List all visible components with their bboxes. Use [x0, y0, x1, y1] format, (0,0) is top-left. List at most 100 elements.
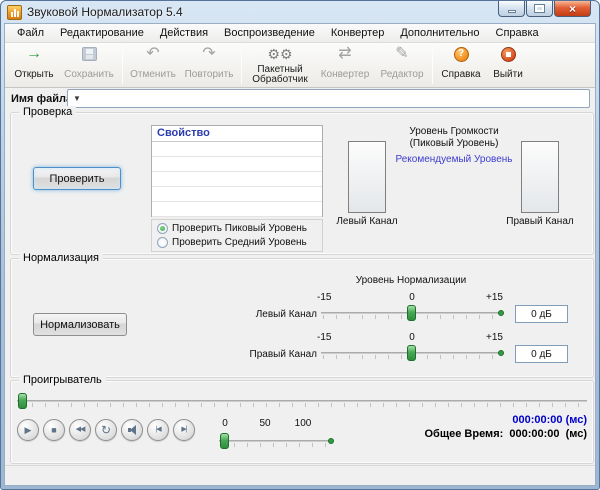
left-normalize-slider[interactable] — [321, 305, 504, 321]
scale-mid-label: 0 — [409, 332, 415, 343]
total-time-value: 000:00:00 — [509, 428, 560, 440]
slider-thumb[interactable] — [407, 345, 416, 361]
previous-button[interactable]: |◀ — [147, 419, 169, 441]
right-db-value[interactable]: 0 дБ — [515, 345, 568, 363]
recommended-level-link[interactable]: Рекомендуемый Уровень — [389, 154, 519, 166]
right-level-meter — [521, 141, 559, 213]
save-icon — [81, 47, 97, 61]
left-channel-label: Левый Канал — [336, 216, 398, 227]
slider-track — [17, 400, 587, 402]
normalization-group: Нормализация Нормализовать Уровень Норма… — [10, 252, 594, 378]
toolbar: → Открыть Сохранить ↶ Отменить ↷ Повтори… — [5, 43, 595, 88]
close-icon: × — [568, 1, 576, 16]
menubar: Файл Редактирование Действия Воспроизвед… — [5, 24, 595, 43]
menu-playback[interactable]: Воспроизведение — [216, 25, 323, 41]
app-icon — [7, 4, 22, 20]
scale-max-label: +15 — [486, 332, 503, 343]
check-button[interactable]: Проверить — [33, 167, 121, 190]
next-icon: ▶| — [181, 426, 187, 433]
filename-combobox[interactable]: ▼ — [67, 89, 590, 108]
repeat-icon: ↻ — [100, 423, 112, 437]
right-normalize-slider[interactable] — [321, 345, 504, 361]
seek-thumb[interactable] — [18, 393, 27, 409]
repeat-button[interactable]: ↻ — [95, 419, 117, 441]
player-group: Проигрыватель ▶ ■ ◀◀ ↻ |◀ ▶| 0 50 100 00… — [10, 374, 594, 464]
menu-extra[interactable]: Дополнительно — [392, 25, 487, 41]
volume-scale-50: 50 — [259, 418, 271, 429]
normalize-button[interactable]: Нормализовать — [33, 313, 127, 336]
menu-file[interactable]: Файл — [9, 25, 52, 41]
menu-actions[interactable]: Действия — [152, 25, 216, 41]
menu-help[interactable]: Справка — [488, 25, 547, 41]
right-channel-label: Правый Канал — [249, 349, 317, 360]
volume-level-title: Уровень Громкости (Пиковый Уровень) — [409, 126, 499, 149]
undo-icon: ↶ — [146, 45, 160, 62]
previous-icon: |◀ — [155, 426, 161, 433]
slider-ticks — [19, 403, 585, 407]
exit-icon — [500, 46, 516, 62]
volume-thumb[interactable] — [220, 433, 229, 449]
slider-end-dot — [498, 310, 504, 316]
maximize-button[interactable] — [526, 1, 553, 17]
batch-processor-icon: ⚙⚙ — [267, 46, 293, 62]
toolbar-separator — [122, 47, 123, 84]
table-row — [152, 172, 322, 187]
property-table-header: Свойство — [152, 126, 322, 142]
toolbar-exit-button[interactable]: Выйти — [488, 45, 528, 86]
current-time-value: 000:00:00 — [512, 414, 563, 426]
slider-end-dot — [328, 438, 334, 444]
volume-button[interactable] — [121, 419, 143, 441]
menu-edit[interactable]: Редактирование — [52, 25, 152, 41]
volume-scale-0: 0 — [222, 418, 228, 429]
next-button[interactable]: ▶| — [173, 419, 195, 441]
toolbar-editor-button[interactable]: ✎ Редактор — [377, 45, 427, 86]
check-group: Проверка Проверить Свойство Проверить Пи… — [10, 106, 594, 255]
volume-scale-100: 100 — [294, 418, 312, 429]
rewind-button[interactable]: ◀◀ — [69, 419, 91, 441]
toolbar-open-button[interactable]: → Открыть — [11, 45, 57, 86]
total-time: Общее Время: 000:00:00 (мс) — [422, 428, 588, 440]
left-channel-label: Левый Канал — [255, 309, 317, 320]
maximize-icon — [534, 4, 545, 13]
close-button[interactable]: × — [554, 1, 591, 17]
right-channel-label: Правый Канал — [506, 216, 574, 227]
player-group-title: Проигрыватель — [19, 374, 106, 386]
property-table[interactable]: Свойство — [151, 125, 323, 217]
left-db-value[interactable]: 0 дБ — [515, 305, 568, 323]
total-time-label: Общее Время: — [424, 428, 504, 440]
volume-slider[interactable] — [219, 433, 334, 449]
check-group-title: Проверка — [19, 106, 77, 118]
scale-mid-label: 0 — [409, 292, 415, 303]
toolbar-save-button[interactable]: Сохранить — [61, 45, 117, 86]
scale-max-label: +15 — [486, 292, 503, 303]
seek-slider[interactable] — [17, 393, 587, 409]
client-area: Файл Редактирование Действия Воспроизвед… — [4, 23, 596, 486]
toolbar-help-button[interactable]: ? Справка — [438, 45, 484, 86]
radio-label: Проверить Средний Уровень — [172, 236, 307, 248]
slider-thumb[interactable] — [407, 305, 416, 321]
window-controls: × — [497, 1, 591, 17]
normalization-level-title: Уровень Нормализации — [355, 275, 467, 286]
play-button[interactable]: ▶ — [17, 419, 39, 441]
titlebar[interactable]: Звуковой Нормализатор 5.4 × — [1, 1, 599, 23]
toolbar-batch-processor-button[interactable]: ⚙⚙ Пакетный Обработчик — [247, 45, 313, 86]
chevron-down-icon[interactable]: ▼ — [73, 94, 81, 103]
toolbar-converter-button[interactable]: ⇄ Конвертер — [317, 45, 373, 86]
app-window: Звуковой Нормализатор 5.4 × Файл Редакти… — [0, 0, 600, 490]
minimize-button[interactable] — [498, 1, 525, 17]
radio-check-average-level[interactable]: Проверить Средний Уровень — [157, 236, 317, 248]
toolbar-separator — [432, 47, 433, 84]
menu-converter[interactable]: Конвертер — [323, 25, 392, 41]
table-row — [152, 142, 322, 157]
toolbar-undo-button[interactable]: ↶ Отменить — [128, 45, 178, 86]
stop-icon: ■ — [51, 424, 57, 435]
table-row — [152, 187, 322, 202]
radio-check-peak-level[interactable]: Проверить Пиковый Уровень — [157, 223, 317, 235]
radio-label: Проверить Пиковый Уровень — [172, 223, 307, 235]
help-icon: ? — [453, 46, 469, 62]
play-icon: ▶ — [24, 424, 32, 435]
stop-button[interactable]: ■ — [43, 419, 65, 441]
toolbar-redo-button[interactable]: ↷ Повторить — [182, 45, 236, 86]
window-title: Звуковой Нормализатор 5.4 — [27, 5, 183, 19]
slider-ticks — [221, 443, 331, 447]
